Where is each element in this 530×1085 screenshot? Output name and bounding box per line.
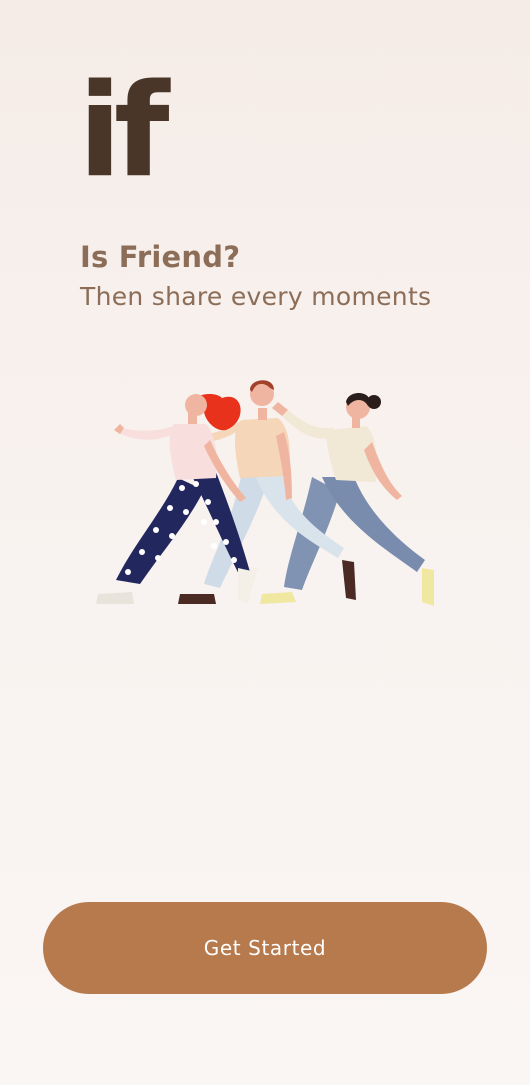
app-logo: if <box>78 57 170 206</box>
headline: Is Friend? <box>80 240 241 274</box>
tagline: Then share every moments <box>80 282 432 311</box>
friends-walking-illustration <box>96 380 434 606</box>
get-started-button[interactable]: Get Started <box>43 902 487 994</box>
person-left <box>96 394 256 604</box>
